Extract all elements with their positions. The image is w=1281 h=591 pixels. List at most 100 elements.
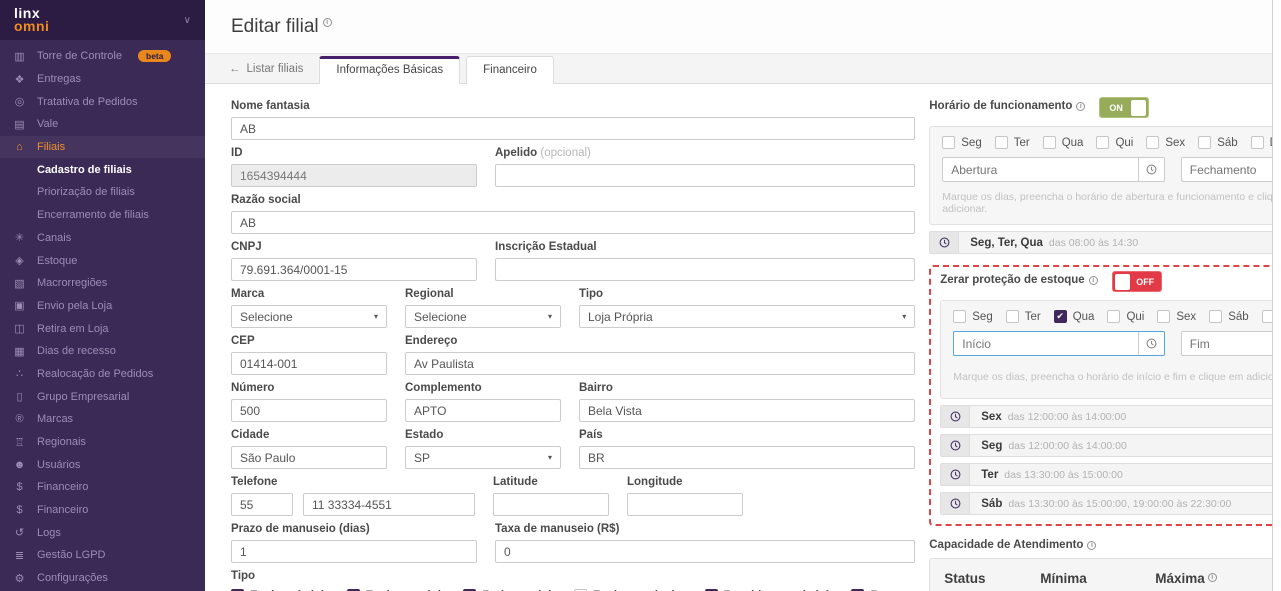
checkbox-icon[interactable] [1005, 310, 1019, 323]
fechamento-input[interactable] [1181, 158, 1281, 181]
info-icon[interactable]: i [1088, 276, 1098, 285]
sidebar-item-estoque[interactable]: ◈ Estoque [0, 249, 205, 272]
checkbox-icon[interactable] [1250, 136, 1264, 149]
clock-icon[interactable] [1137, 332, 1164, 355]
checkbox-icon[interactable] [1157, 310, 1171, 323]
sidebar-item-regionais[interactable]: ♖ Regionais [0, 431, 205, 454]
day-checkbox-ter[interactable]: Ter [1005, 310, 1041, 323]
bairro-input[interactable] [579, 399, 916, 422]
scrollbar-track[interactable] [1272, 0, 1281, 591]
inscricao-estadual-input[interactable] [495, 258, 916, 281]
numero-input[interactable] [231, 399, 387, 422]
sidebar-item-prioriza-o-de-filiais[interactable]: Priorização de filiais [0, 181, 205, 204]
checkbox-icon[interactable] [1042, 136, 1056, 149]
day-checkbox-sex[interactable]: Sex [1146, 136, 1185, 149]
endereco-input[interactable] [405, 352, 916, 375]
abertura-input[interactable] [943, 158, 1138, 181]
sidebar-item-usu-rios[interactable]: ☻ Usuários [0, 453, 205, 476]
checkbox-icon[interactable] [1198, 136, 1212, 149]
inicio-field[interactable] [953, 331, 1165, 356]
checkbox-icon[interactable] [942, 136, 956, 149]
sidebar-item-gest-o-lgpd[interactable]: ≣ Gestão LGPD [0, 544, 205, 567]
latitude-input[interactable] [493, 493, 609, 516]
sidebar-item-realoca-o-de-pedidos[interactable]: ∴ Realocação de Pedidos [0, 363, 205, 386]
sidebar-item-entregas[interactable]: ❖ Entregas [0, 68, 205, 91]
cidade-input[interactable] [231, 446, 387, 469]
checkbox-icon[interactable] [1096, 136, 1110, 149]
sidebar-item-financeiro[interactable]: $ Financeiro [0, 499, 205, 522]
sidebar-item-tratativa-de-pedidos[interactable]: ◎ Tratativa de Pedidos [0, 90, 205, 113]
day-checkbox-seg[interactable]: Seg [942, 136, 982, 149]
chevron-down-icon[interactable]: ∨ [184, 15, 191, 26]
inicio-input[interactable] [954, 332, 1138, 355]
sidebar-item-dias-de-recesso[interactable]: ▦ Dias de recesso [0, 340, 205, 363]
logo-omni: omni [14, 18, 50, 34]
checkbox-icon[interactable] [953, 310, 967, 323]
checkbox-icon[interactable] [994, 136, 1008, 149]
schedule-entry: Sáb das 13:30:00 às 15:00:00, 19:00:00 às… [940, 492, 1281, 515]
day-checkbox-qui[interactable]: Qui [1096, 136, 1133, 149]
zerar-protecao-toggle[interactable]: OFF [1111, 271, 1162, 292]
sidebar-item-envio-pela-loja[interactable]: ▣ Envio pela Loja [0, 295, 205, 318]
sidebar-item-logs[interactable]: ↺ Logs [0, 521, 205, 544]
day-checkbox-seg[interactable]: Seg [953, 310, 993, 323]
info-icon[interactable]: i [1076, 102, 1086, 111]
tab-informacoes-basicas[interactable]: Informações Básicas [319, 56, 461, 84]
sidebar-item-retira-em-loja[interactable]: ◫ Retira em Loja [0, 317, 205, 340]
prazo-manuseio-input[interactable] [231, 540, 477, 563]
sidebar-item-torre-de-controle[interactable]: ▥ Torre de Controle beta [0, 45, 205, 68]
marca-select[interactable]: Selecione ▾ [231, 305, 387, 328]
estado-select[interactable]: SP ▾ [405, 446, 561, 469]
taxa-manuseio-input[interactable] [495, 540, 916, 563]
sidebar-item-cadastro-de-filiais[interactable]: Cadastro de filiais [0, 158, 205, 181]
fim-input[interactable] [1181, 332, 1281, 355]
day-checkbox-sex[interactable]: Sex [1157, 310, 1196, 323]
fim-field[interactable] [1180, 331, 1281, 356]
sidebar-item-canais[interactable]: ✳ Canais [0, 227, 205, 250]
field-label: Latitude [493, 476, 538, 488]
tipo-select[interactable]: Loja Própria ▾ [579, 305, 916, 328]
info-icon[interactable]: i [322, 17, 332, 27]
sidebar-item-label: Encerramento de filiais [37, 209, 149, 222]
sidebar-item-configura-es[interactable]: ⚙ Configurações [0, 567, 205, 590]
abertura-field[interactable] [942, 157, 1165, 182]
telefone-ddi-input[interactable] [231, 493, 293, 516]
clock-icon[interactable] [1137, 158, 1164, 181]
checkbox-icon[interactable] [1107, 310, 1121, 323]
nome-fantasia-input[interactable] [231, 117, 916, 140]
entry-days: Sex [981, 410, 1002, 423]
boxes-icon: ◈ [15, 255, 24, 268]
checkbox-icon[interactable] [1146, 136, 1160, 149]
sidebar-item-vale[interactable]: ▤ Vale [0, 113, 205, 136]
complemento-input[interactable] [405, 399, 561, 422]
longitude-input[interactable] [627, 493, 743, 516]
hours-panel: SegTerQuaQuiSexSábDomFer Marque os dias,… [929, 126, 1281, 225]
sidebar-item-macrorregi-es[interactable]: ▧ Macrorregiões [0, 272, 205, 295]
razao-social-input[interactable] [231, 211, 916, 234]
sidebar-item-marcas[interactable]: ® Marcas [0, 408, 205, 431]
sidebar-item-filiais[interactable]: ⌂ Filiais [0, 135, 205, 159]
info-icon[interactable]: i [1087, 541, 1097, 550]
fechamento-field[interactable] [1180, 157, 1281, 182]
cep-input[interactable] [231, 352, 387, 375]
cnpj-input[interactable] [231, 258, 477, 281]
day-checkbox-qua[interactable]: ✔ Qua [1053, 310, 1094, 323]
day-checkbox-qui[interactable]: Qui [1107, 310, 1144, 323]
tab-financeiro[interactable]: Financeiro [466, 56, 554, 84]
sidebar-item-financeiro[interactable]: $ Financeiro [0, 476, 205, 499]
day-checkbox-sáb[interactable]: Sáb [1198, 136, 1238, 149]
back-to-list-link[interactable]: ← Listar filiais [229, 63, 303, 75]
day-checkbox-sáb[interactable]: Sáb [1209, 310, 1249, 323]
day-checkbox-ter[interactable]: Ter [994, 136, 1030, 149]
sidebar-item-encerramento-de-filiais[interactable]: Encerramento de filiais [0, 204, 205, 227]
telefone-numero-input[interactable] [303, 493, 475, 516]
pais-input[interactable] [579, 446, 916, 469]
regional-select[interactable]: Selecione ▾ [405, 305, 561, 328]
horario-funcionamento-toggle[interactable]: ON [1099, 97, 1150, 118]
day-checkbox-qua[interactable]: Qua [1042, 136, 1083, 149]
info-icon[interactable]: i [1207, 573, 1217, 582]
sidebar-item-grupo-empresarial[interactable]: ▯ Grupo Empresarial [0, 385, 205, 408]
checkbox-icon[interactable] [1209, 310, 1223, 323]
checkbox-icon[interactable]: ✔ [1053, 310, 1067, 323]
apelido-input[interactable] [495, 164, 916, 187]
